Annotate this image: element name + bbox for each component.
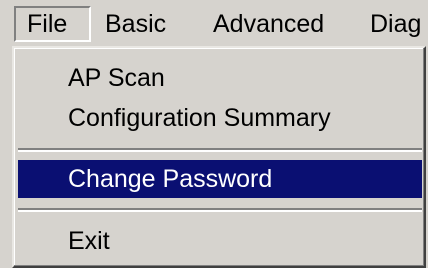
menu-separator xyxy=(18,208,422,212)
menu-separator xyxy=(18,148,422,152)
menu-file[interactable]: File xyxy=(14,6,91,42)
menu-diag[interactable]: Diag xyxy=(366,6,425,42)
menu-item-exit[interactable]: Exit xyxy=(18,222,422,260)
menu-basic[interactable]: Basic xyxy=(101,6,170,42)
menu-item-change-password[interactable]: Change Password xyxy=(18,160,422,198)
menu-bar: File Basic Advanced Diag xyxy=(0,0,428,50)
menu-advanced[interactable]: Advanced xyxy=(209,6,328,42)
file-dropdown-menu: AP Scan Configuration Summary Change Pas… xyxy=(12,46,426,268)
menu-item-ap-scan[interactable]: AP Scan xyxy=(18,59,422,97)
menu-item-configuration-summary[interactable]: Configuration Summary xyxy=(18,99,422,137)
